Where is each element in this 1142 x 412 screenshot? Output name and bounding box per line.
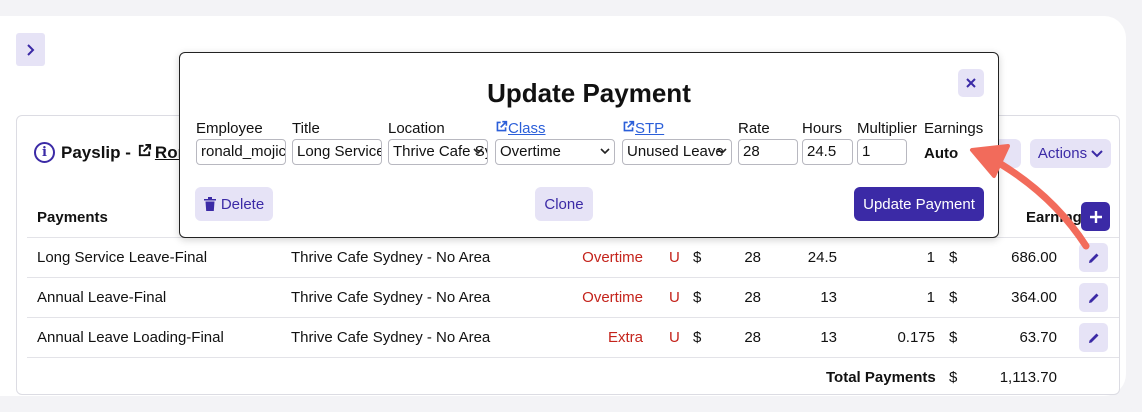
expand-sidebar-button[interactable] [16,33,45,66]
payment-name: Long Service Leave-Final [37,249,208,266]
payment-class: Extra [607,329,643,346]
multiplier-label: Multiplier [857,120,918,137]
stp-label: STP [635,120,665,137]
close-dialog-button[interactable] [958,69,984,97]
location-select[interactable]: Thrive Cafe Sydney [388,139,488,165]
actions-button[interactable]: Actions [1030,139,1111,168]
total-payments-label: Total Payments [826,369,936,386]
rate-label: Rate [738,120,770,137]
payslip-title: i Payslip - Ron [34,142,188,163]
title-label: Title [292,120,320,137]
payment-location: Thrive Cafe Sydney - No Area [291,249,491,266]
location-label: Location [388,120,445,137]
table-row: Annual Leave-Final Thrive Cafe Sydney - … [27,277,1119,317]
payment-rate: 28 [744,249,761,266]
payment-rate: 28 [744,289,761,306]
payment-hours: 13 [820,289,837,306]
dialog-title: Update Payment [487,78,691,108]
currency-symbol: $ [693,329,702,346]
payment-class: Overtime [582,289,643,306]
employee-field[interactable]: ronald_mojica [196,139,286,165]
multiplier-field[interactable]: 1 [857,139,907,165]
payment-earnings: 63.70 [1019,329,1057,346]
stp-select[interactable]: Unused Leave [622,139,732,165]
partially-hidden-button[interactable] [996,139,1021,168]
table-row: Long Service Leave-Final Thrive Cafe Syd… [27,237,1119,277]
update-payment-button[interactable]: Update Payment [854,187,984,221]
chevron-right-icon [26,43,34,56]
stp-value: Unused Leave [627,143,724,160]
chevron-down-icon [473,140,483,164]
info-icon[interactable]: i [34,142,55,163]
hours-field[interactable]: 24.5 [802,139,853,165]
edit-payment-button[interactable] [1079,323,1108,352]
currency-symbol: $ [693,249,702,266]
earnings-value: Auto [924,145,959,162]
pencil-icon [1088,293,1098,303]
payment-location: Thrive Cafe Sydney - No Area [291,289,491,306]
payment-stp: U [669,289,680,306]
payment-hours: 24.5 [807,249,837,266]
payment-earnings: 364.00 [1011,289,1057,306]
edit-payment-button[interactable] [1079,283,1108,312]
external-link-icon [496,120,508,132]
external-link-icon [623,120,635,132]
pencil-icon [1088,333,1098,343]
payments-column-header: Payments [37,209,108,226]
payment-location: Thrive Cafe Sydney - No Area [291,329,491,346]
payment-earnings: 686.00 [1011,249,1057,266]
trash-icon [203,197,216,211]
payslip-label: Payslip - [61,142,131,162]
external-link-icon [137,143,152,163]
update-payment-dialog: Update Payment Employee Title Location C… [179,52,999,238]
chevron-down-icon [600,140,610,164]
payment-rate: 28 [744,329,761,346]
stp-link[interactable]: STP [622,120,664,137]
rate-field[interactable]: 28 [738,139,798,165]
earnings-label: Earnings [924,120,984,137]
title-field[interactable]: Long Service Leave-Final [292,139,382,165]
payment-multiplier: 0.175 [897,329,935,346]
class-link[interactable]: Class [495,120,546,137]
total-currency: $ [949,369,958,386]
pencil-icon [1088,253,1098,263]
payment-class: Overtime [582,249,643,266]
close-icon [966,78,976,88]
delete-label: Delete [220,195,265,213]
class-label: Class [508,120,546,137]
hours-label: Hours [802,120,843,137]
payment-stp: U [669,329,680,346]
currency-symbol: $ [949,329,958,346]
actions-label: Actions [1037,145,1088,162]
total-payments-value: 1,113.70 [999,369,1057,386]
payment-hours: 13 [820,329,837,346]
table-divider [27,357,1119,358]
clone-label: Clone [544,195,584,213]
delete-button[interactable]: Delete [195,187,273,221]
payment-multiplier: 1 [926,249,935,266]
plus-icon [1089,210,1102,223]
payment-name: Annual Leave-Final [37,289,167,306]
clone-button[interactable]: Clone [535,187,593,221]
add-payment-button[interactable] [1081,202,1110,231]
edit-payment-button[interactable] [1079,243,1108,272]
table-row: Annual Leave Loading-Final Thrive Cafe S… [27,317,1119,357]
payment-multiplier: 1 [926,289,935,306]
currency-symbol: $ [693,289,702,306]
chevron-down-icon [1091,149,1103,157]
chevron-down-icon [717,140,727,164]
payment-name: Annual Leave Loading-Final [37,329,224,346]
class-value: Overtime [500,143,561,160]
currency-symbol: $ [949,249,958,266]
class-select[interactable]: Overtime [495,139,615,165]
update-payment-label: Update Payment [863,195,975,213]
currency-symbol: $ [949,289,958,306]
employee-label: Employee [196,120,263,137]
payment-stp: U [669,249,680,266]
